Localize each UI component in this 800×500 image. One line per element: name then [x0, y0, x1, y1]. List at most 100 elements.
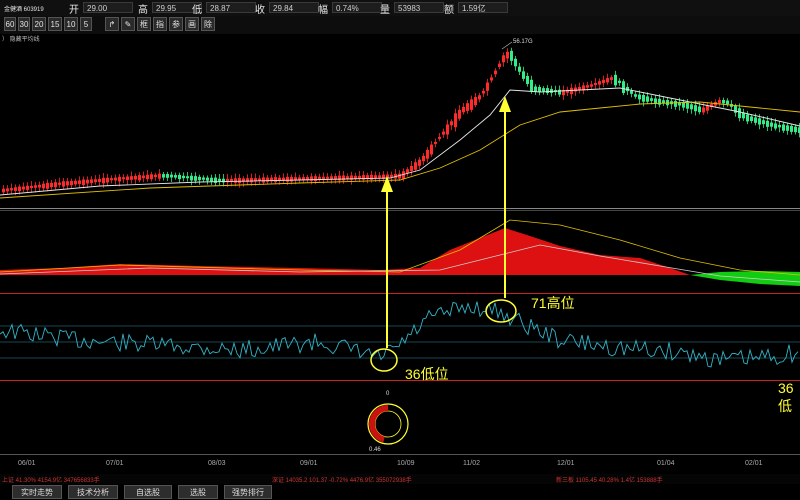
candle [770, 122, 773, 127]
candle [14, 187, 17, 191]
candle [154, 174, 157, 178]
candle [286, 176, 289, 182]
candle [30, 185, 33, 189]
candle [742, 112, 745, 119]
candle [438, 136, 441, 139]
candle [42, 183, 45, 189]
candle [586, 85, 589, 88]
candle [786, 125, 789, 131]
candle [262, 177, 265, 183]
candle [2, 188, 5, 193]
candle [134, 175, 137, 180]
candle [198, 176, 201, 181]
candle [474, 97, 477, 106]
candle [238, 177, 241, 184]
candle [690, 104, 693, 110]
candle [166, 174, 169, 178]
stock-chart [0, 41, 800, 445]
candle [766, 120, 769, 127]
gauge-top-label: 0 [386, 391, 390, 397]
candle [18, 186, 21, 192]
price-high-leader [501, 41, 513, 50]
gauge-inner-ring [374, 410, 402, 438]
candle [638, 94, 641, 100]
candle [650, 98, 653, 101]
candle [186, 176, 189, 179]
date-label: 02/01 [745, 460, 763, 467]
candle [482, 90, 485, 94]
candle [114, 177, 117, 181]
price-high-annotation: 56.17G [513, 39, 533, 45]
candle [338, 175, 341, 181]
tab-realtime[interactable]: 实时走势 [12, 485, 62, 499]
candle [538, 87, 541, 93]
candle [446, 124, 449, 135]
candle [602, 79, 605, 84]
candle [378, 175, 381, 178]
date-label: 10/09 [397, 460, 415, 467]
candle [574, 87, 577, 92]
tab-watchlist[interactable]: 自选股 [124, 485, 172, 499]
candle [762, 120, 765, 125]
date-label: 06/01 [18, 460, 36, 467]
candle [118, 176, 121, 182]
candle [546, 88, 549, 94]
candle [10, 188, 13, 191]
candle [130, 176, 133, 180]
tab-stock-picker[interactable]: 选股 [178, 485, 218, 499]
rsi-line [0, 301, 799, 368]
candle [354, 175, 357, 179]
candle [62, 181, 65, 187]
candle [718, 100, 721, 104]
candle [414, 162, 417, 170]
candle [694, 105, 697, 112]
candle [458, 109, 461, 119]
high-annotation: 71高位 [531, 295, 575, 311]
candle [346, 176, 349, 179]
candle [478, 95, 481, 100]
candle [618, 80, 621, 83]
candle [182, 175, 185, 179]
candle [758, 118, 761, 125]
candle [138, 175, 141, 181]
candle [746, 114, 749, 122]
candle [410, 165, 413, 172]
candle [418, 159, 421, 166]
candle [646, 96, 649, 102]
candle [662, 100, 665, 103]
high-marker-circle [485, 299, 517, 323]
candle [110, 178, 113, 181]
status-shanghai: 上证 41.30% 4154.9亿 347656833手 [2, 478, 100, 484]
candle [466, 103, 469, 111]
low-annotation: 36低位 [405, 366, 449, 382]
date-label: 12/01 [557, 460, 575, 467]
tab-ranking[interactable]: 强势排行 [224, 485, 272, 499]
tab-technical[interactable]: 技术分析 [68, 485, 118, 499]
candle [790, 125, 793, 132]
date-label: 09/01 [300, 460, 318, 467]
candle [158, 173, 161, 179]
candle [266, 177, 269, 182]
low-marker-circle [370, 348, 398, 372]
candle [706, 105, 709, 111]
candle [570, 87, 573, 95]
status-shenzhen: 深证 14035.2 101.37 -0.72% 4476.9亿 3550729… [272, 478, 412, 484]
candle [490, 77, 493, 81]
candle [94, 179, 97, 183]
candle [210, 177, 213, 182]
candle [606, 78, 609, 83]
candle [518, 66, 521, 72]
candle [598, 81, 601, 85]
candle [178, 174, 181, 180]
candle [162, 174, 165, 178]
candle [106, 177, 109, 183]
date-label: 08/03 [208, 460, 226, 467]
candle [194, 176, 197, 181]
candle [318, 176, 321, 180]
candle [74, 180, 77, 185]
candle [322, 176, 325, 180]
candle [46, 182, 49, 189]
candle [750, 116, 753, 122]
candle [218, 178, 221, 182]
candle [738, 108, 741, 119]
